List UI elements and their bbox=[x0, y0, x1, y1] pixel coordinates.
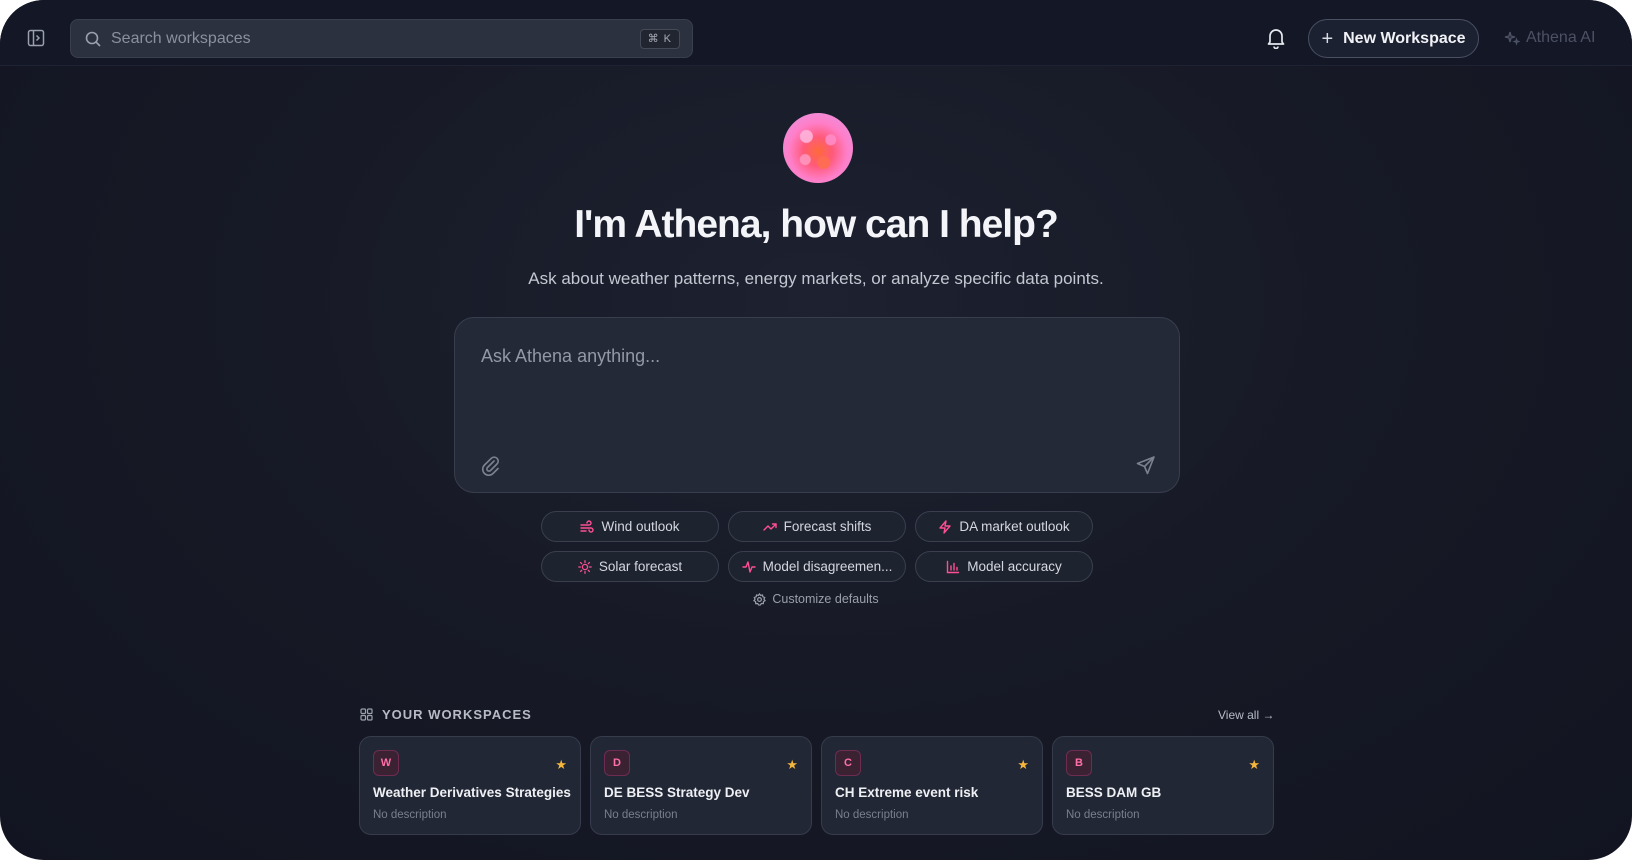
workspace-initial-badge: W bbox=[373, 750, 399, 776]
chip-label: DA market outlook bbox=[959, 519, 1070, 534]
sparkles-icon bbox=[1504, 31, 1520, 46]
workspace-description: No description bbox=[604, 809, 678, 821]
trending-up-icon bbox=[762, 522, 777, 531]
new-workspace-label: New Workspace bbox=[1343, 29, 1466, 47]
wind-icon bbox=[580, 519, 595, 533]
top-bar: ⌘ K + New Workspace Athena AI bbox=[0, 0, 1632, 66]
chip-forecast-shifts[interactable]: Forecast shifts bbox=[728, 511, 906, 542]
bell-icon[interactable] bbox=[1266, 27, 1286, 49]
workspace-initial-badge: B bbox=[1066, 750, 1092, 776]
athena-logo bbox=[783, 113, 853, 183]
workspace-card[interactable]: C ★ CH Extreme event risk No description bbox=[821, 736, 1043, 835]
prompt-box bbox=[454, 317, 1180, 493]
search-shortcut-badge: ⌘ K bbox=[639, 29, 680, 49]
workspace-name: DE BESS Strategy Dev bbox=[604, 785, 750, 800]
lightning-icon bbox=[939, 519, 952, 534]
chip-label: Forecast shifts bbox=[783, 519, 872, 534]
paperclip-icon[interactable] bbox=[479, 454, 501, 476]
workspaces-heading: YOUR WORKSPACES bbox=[360, 707, 532, 722]
athena-ai-button[interactable]: Athena AI bbox=[1504, 26, 1595, 50]
workspace-cards: W ★ Weather Derivatives Strategies No de… bbox=[359, 736, 1274, 835]
workspace-card[interactable]: D ★ DE BESS Strategy Dev No description bbox=[590, 736, 812, 835]
customize-defaults-label: Customize defaults bbox=[772, 592, 879, 606]
workspace-card[interactable]: B ★ BESS DAM GB No description bbox=[1052, 736, 1274, 835]
chip-label: Model disagreemen... bbox=[762, 559, 893, 574]
bar-chart-icon bbox=[947, 560, 960, 573]
view-all-link[interactable]: View all → bbox=[1218, 708, 1274, 722]
workspace-initial-badge: D bbox=[604, 750, 630, 776]
workspace-description: No description bbox=[1066, 809, 1140, 821]
search-input[interactable] bbox=[111, 20, 591, 57]
app-window: ⌘ K + New Workspace Athena AI I'm Athena… bbox=[0, 0, 1632, 860]
star-icon[interactable]: ★ bbox=[786, 757, 798, 773]
page-subtitle: Ask about weather patterns, energy marke… bbox=[528, 269, 1104, 288]
workspace-name: BESS DAM GB bbox=[1066, 785, 1162, 800]
star-icon[interactable]: ★ bbox=[1017, 757, 1029, 773]
grid-icon bbox=[360, 708, 373, 721]
workspace-description: No description bbox=[373, 809, 447, 821]
sun-icon bbox=[577, 559, 592, 574]
chip-model-accuracy[interactable]: Model accuracy bbox=[915, 551, 1093, 582]
chip-model-disagreement[interactable]: Model disagreemen... bbox=[728, 551, 906, 582]
workspace-description: No description bbox=[835, 809, 909, 821]
chip-da-market-outlook[interactable]: DA market outlook bbox=[915, 511, 1093, 542]
search-icon bbox=[85, 31, 101, 47]
sidebar-toggle-icon[interactable] bbox=[26, 28, 46, 48]
customize-defaults-link[interactable]: Customize defaults bbox=[0, 592, 1632, 606]
send-icon[interactable] bbox=[1135, 454, 1157, 476]
workspace-name: Weather Derivatives Strategies bbox=[373, 785, 571, 800]
athena-ai-label: Athena AI bbox=[1526, 29, 1596, 46]
chip-label: Model accuracy bbox=[967, 559, 1062, 574]
suggestion-chips: Wind outlook Forecast shifts DA market o… bbox=[541, 511, 1095, 582]
new-workspace-button[interactable]: + New Workspace bbox=[1308, 19, 1479, 58]
gear-icon bbox=[753, 592, 767, 606]
workspace-initial-badge: C bbox=[835, 750, 861, 776]
prompt-input[interactable] bbox=[481, 346, 1141, 426]
plus-icon: + bbox=[1321, 27, 1334, 50]
search-bar: ⌘ K bbox=[70, 19, 693, 58]
workspaces-heading-label: YOUR WORKSPACES bbox=[382, 707, 532, 722]
star-icon[interactable]: ★ bbox=[1248, 757, 1260, 773]
chip-label: Solar forecast bbox=[598, 559, 683, 574]
chip-wind-outlook[interactable]: Wind outlook bbox=[541, 511, 719, 542]
workspace-name: CH Extreme event risk bbox=[835, 785, 979, 800]
activity-icon bbox=[741, 560, 756, 573]
page-title: I'm Athena, how can I help? bbox=[574, 203, 1059, 246]
chip-solar-forecast[interactable]: Solar forecast bbox=[541, 551, 719, 582]
star-icon[interactable]: ★ bbox=[555, 757, 567, 773]
workspace-card[interactable]: W ★ Weather Derivatives Strategies No de… bbox=[359, 736, 581, 835]
chip-label: Wind outlook bbox=[601, 519, 680, 534]
